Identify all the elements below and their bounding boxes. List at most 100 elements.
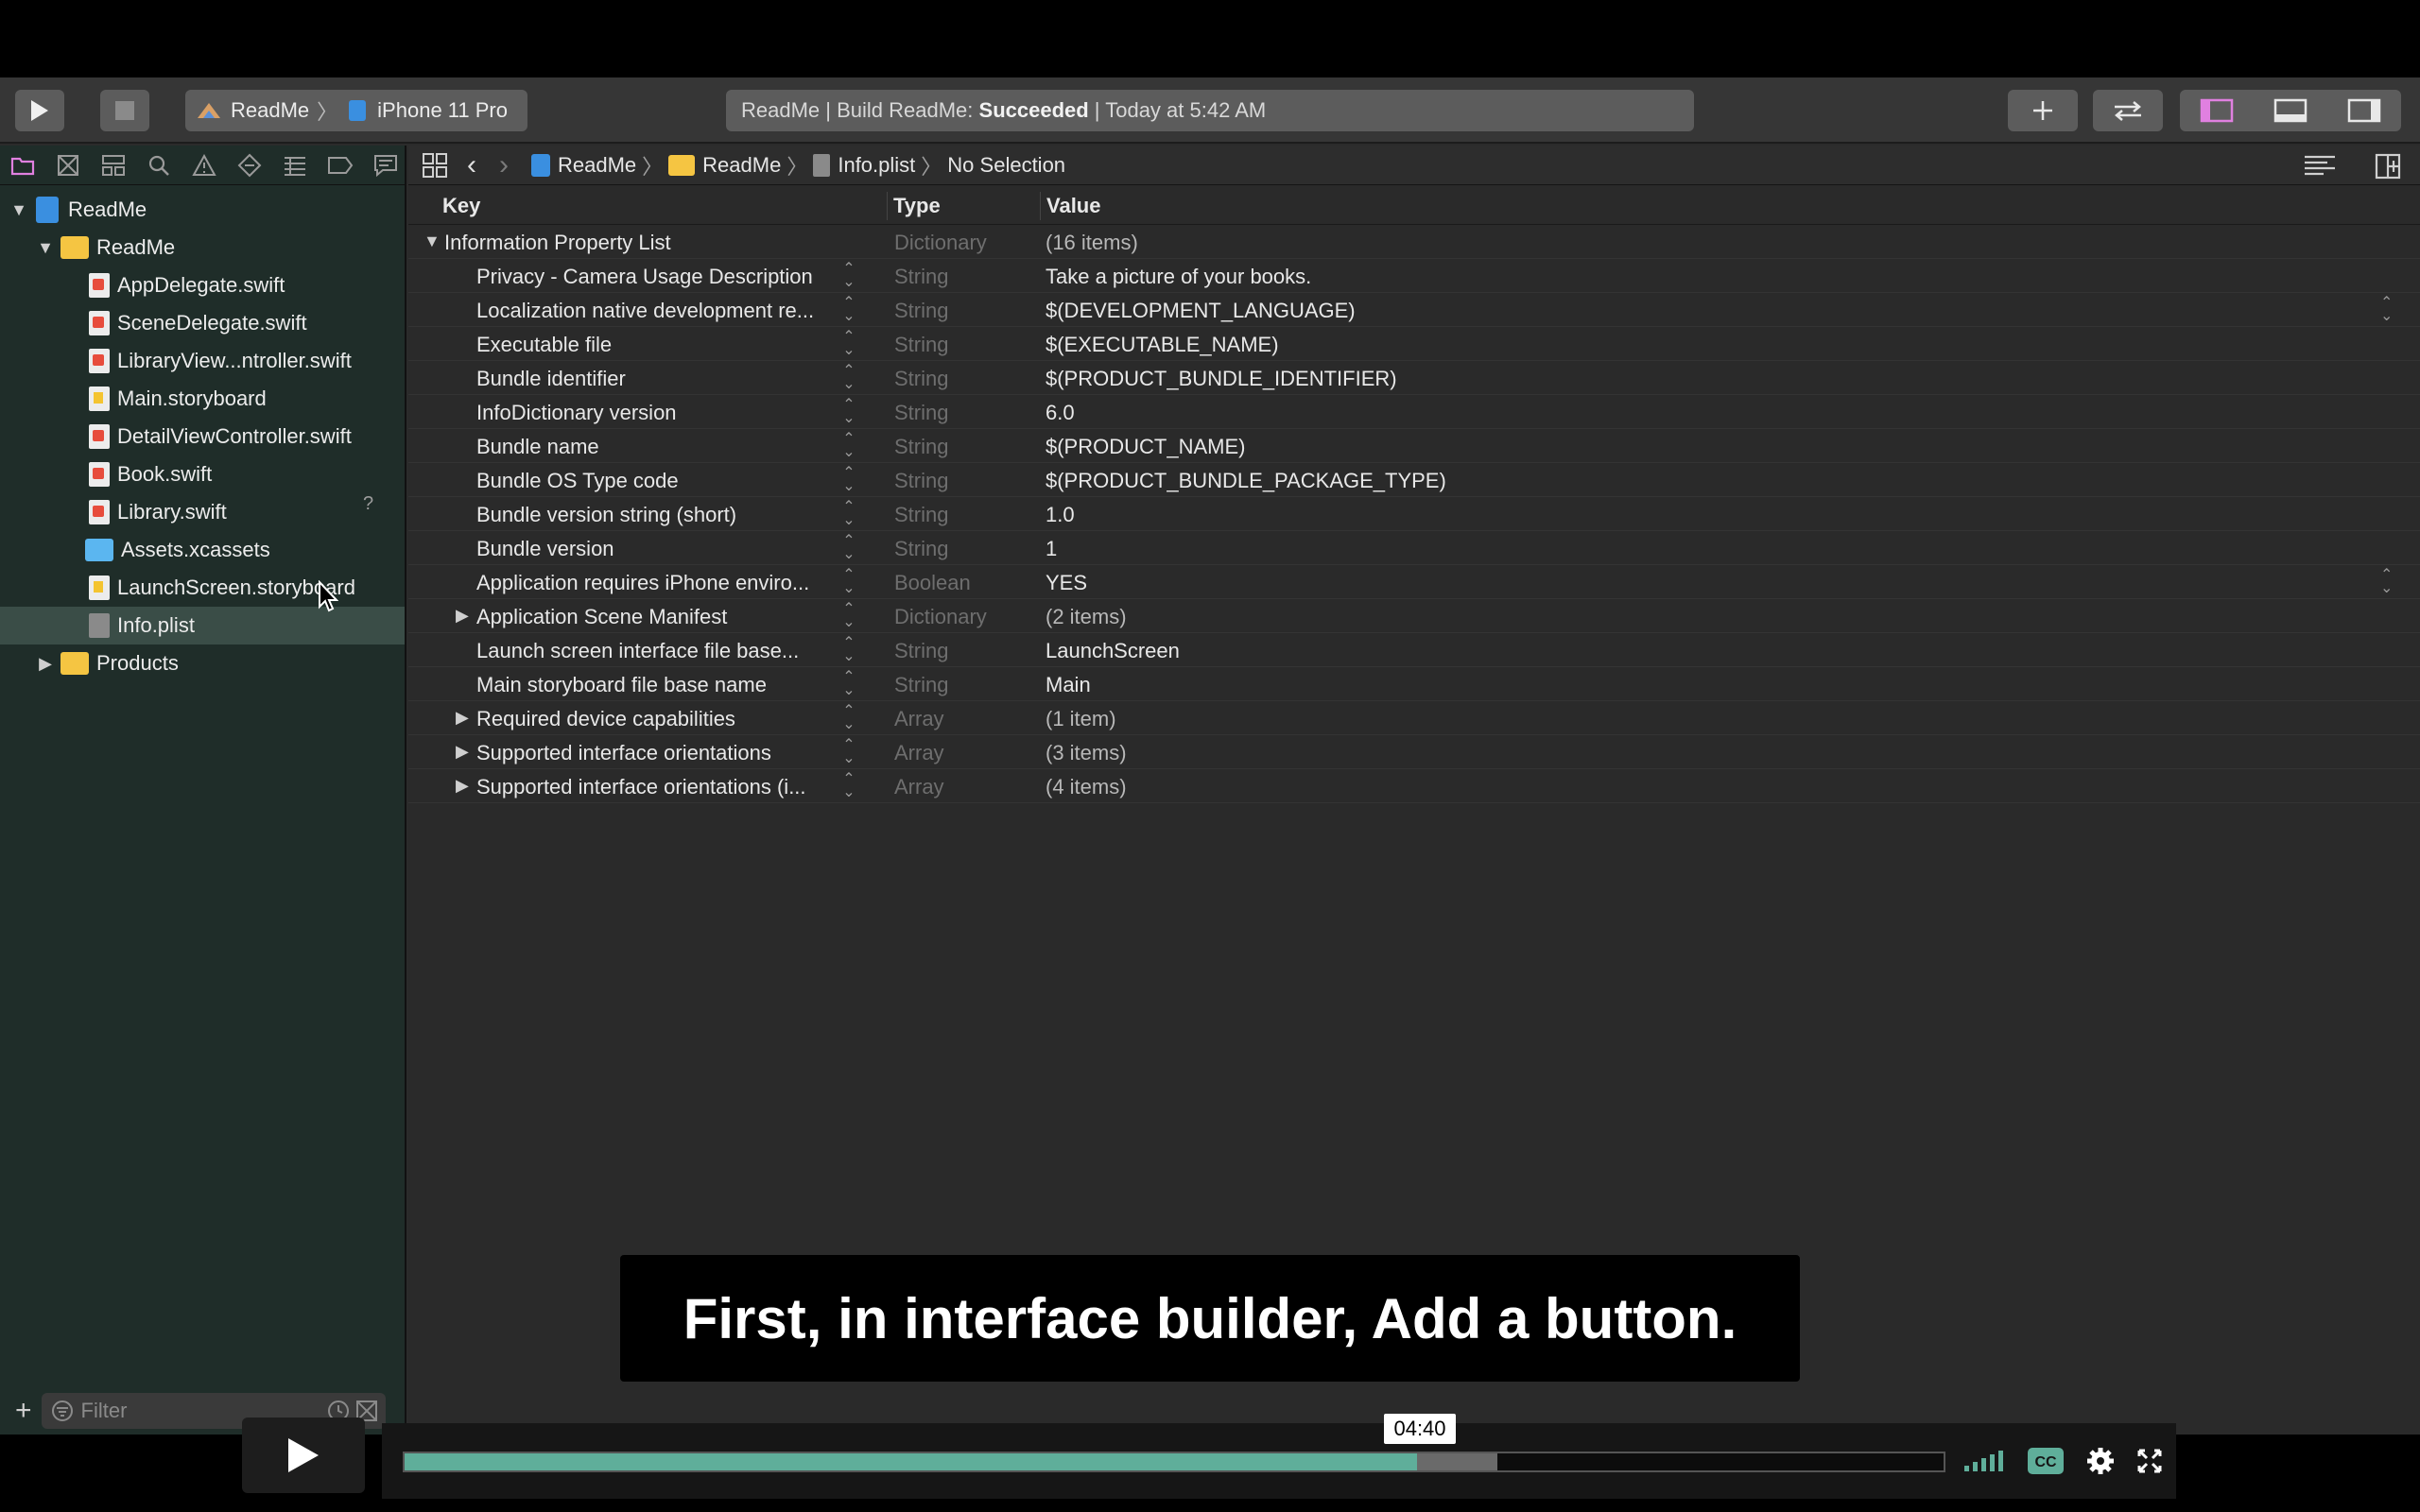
disclosure-closed-icon[interactable]: ▶ [456, 606, 469, 626]
toggle-debug-area-button[interactable] [2254, 90, 2327, 131]
key-stepper-icon[interactable]: ⌃ ⌄ [841, 330, 856, 358]
plist-row[interactable]: Main storyboard file base name ⌃ ⌄ String Ma… [408, 667, 2420, 701]
plist-value[interactable]: (1 item) [1046, 707, 1116, 731]
key-stepper-icon[interactable]: ⌃ ⌄ [841, 364, 856, 392]
plist-key[interactable]: Bundle version string (short) [476, 503, 736, 527]
stop-button[interactable] [100, 90, 149, 131]
plist-type[interactable]: String [894, 469, 948, 493]
plist-key[interactable]: Bundle OS Type code [476, 469, 679, 493]
disclosure-open-icon[interactable]: ▼ [424, 232, 441, 251]
plist-value[interactable]: (3 items) [1046, 741, 1127, 765]
key-stepper-icon[interactable]: ⌃ ⌄ [841, 704, 856, 732]
plist-value[interactable]: $(PRODUCT_BUNDLE_PACKAGE_TYPE) [1046, 469, 1446, 493]
plist-root-row[interactable]: ▼ Information Property List Dictionary (… [408, 225, 2420, 259]
test-diamond-icon[interactable] [236, 152, 263, 179]
symbol-icon[interactable] [100, 152, 127, 179]
plist-row[interactable]: Bundle version ⌃ ⌄ String 1 [408, 531, 2420, 565]
tree-row-file[interactable]: AppDelegate.swift [0, 266, 405, 304]
plist-type[interactable]: String [894, 673, 948, 697]
library-add-button[interactable] [2008, 90, 2078, 131]
tree-row-file[interactable]: Main.storyboard [0, 380, 405, 418]
plist-value[interactable]: $(PRODUCT_NAME) [1046, 435, 1245, 459]
key-stepper-icon[interactable]: ⌃ ⌄ [841, 398, 856, 426]
plist-value[interactable]: 1.0 [1046, 503, 1075, 527]
plist-key[interactable]: Bundle name [476, 435, 599, 459]
tree-row-file[interactable]: Assets.xcassets [0, 531, 405, 569]
plist-row[interactable]: ▶ Application Scene Manifest ⌃ ⌄ Dictionary (… [408, 599, 2420, 633]
key-stepper-icon[interactable]: ⌃ ⌄ [841, 534, 856, 562]
plist-value[interactable]: Main [1046, 673, 1091, 697]
plist-value[interactable]: LaunchScreen [1046, 639, 1180, 663]
plist-type[interactable]: String [894, 299, 948, 323]
breakpoint-icon[interactable] [327, 152, 354, 179]
disclosure-open-icon[interactable]: ▼ [9, 200, 28, 220]
plist-row[interactable]: Bundle identifier ⌃ ⌄ String $(PRODUCT_BUNDL… [408, 361, 2420, 395]
toggle-inspector-button[interactable] [2327, 90, 2401, 131]
key-stepper-icon[interactable]: ⌃ ⌄ [841, 670, 856, 698]
plist-key[interactable]: Supported interface orientations [476, 741, 771, 765]
key-stepper-icon[interactable]: ⌃ ⌄ [841, 568, 856, 596]
plist-type[interactable]: String [894, 333, 948, 357]
key-stepper-icon[interactable]: ⌃ ⌄ [841, 602, 856, 630]
plist-value[interactable]: $(PRODUCT_BUNDLE_IDENTIFIER) [1046, 367, 1397, 391]
plist-type[interactable]: String [894, 401, 948, 425]
plist-row[interactable]: ▶ Supported interface orientations (i... ⌃… [408, 769, 2420, 803]
column-header-type[interactable]: Type [887, 191, 941, 220]
disclosure-open-icon[interactable]: ▼ [36, 238, 55, 258]
plist-type[interactable]: Array [894, 775, 944, 799]
run-button[interactable] [15, 90, 64, 131]
key-stepper-icon[interactable]: ⌃ ⌄ [841, 738, 856, 766]
disclosure-closed-icon[interactable]: ▶ [456, 708, 469, 728]
play-button[interactable] [242, 1418, 365, 1493]
tree-row-file[interactable]: Book.swift [0, 455, 405, 493]
plist-row[interactable]: ▶ Supported interface orientations ⌃ ⌄ Array… [408, 735, 2420, 769]
plist-type[interactable]: String [894, 367, 948, 391]
plist-type[interactable]: Array [894, 707, 944, 731]
debug-list-icon[interactable] [282, 152, 308, 179]
volume-bars-icon[interactable] [1962, 1449, 2006, 1473]
back-arrow-icon[interactable]: ‹ [467, 149, 476, 181]
plist-type[interactable]: String [894, 503, 948, 527]
fullscreen-icon[interactable] [2136, 1448, 2163, 1474]
key-stepper-icon[interactable]: ⌃ ⌄ [841, 432, 856, 460]
plist-type[interactable]: Dictionary [894, 605, 987, 629]
plist-row[interactable]: Launch screen interface file base... ⌃ ⌄ St… [408, 633, 2420, 667]
tree-row-project[interactable]: ▼ ReadMe [0, 191, 405, 229]
column-header-value[interactable]: Value [1040, 191, 1100, 220]
plist-key[interactable]: InfoDictionary version [476, 401, 677, 425]
value-popup-icon[interactable]: ⌃ ⌄ [2380, 296, 2393, 324]
code-review-button[interactable] [2093, 90, 2163, 131]
plist-key[interactable]: Executable file [476, 333, 612, 357]
split-editor-icon[interactable] [2375, 153, 2401, 180]
key-stepper-icon[interactable]: ⌃ ⌄ [841, 466, 856, 494]
plist-key[interactable]: Required device capabilities [476, 707, 735, 731]
tree-row-file[interactable]: Library.swift [0, 493, 405, 531]
warning-icon[interactable] [191, 152, 217, 179]
plist-value[interactable]: YES [1046, 571, 1087, 595]
key-stepper-icon[interactable]: ⌃ ⌄ [841, 772, 856, 800]
search-icon[interactable] [146, 152, 172, 179]
value-popup-icon[interactable]: ⌃ ⌄ [2380, 568, 2393, 596]
forward-arrow-icon[interactable]: › [499, 149, 509, 181]
related-items-icon[interactable] [422, 152, 448, 179]
add-file-button[interactable]: + [15, 1395, 32, 1427]
scheme-selector[interactable]: ReadMe 〉 iPhone 11 Pro [185, 90, 527, 131]
tree-row-file[interactable]: LaunchScreen.storyboard [0, 569, 405, 607]
tree-row-file[interactable]: Info.plist [0, 607, 405, 644]
disclosure-closed-icon[interactable]: ▶ [456, 742, 469, 762]
plist-key[interactable]: Application requires iPhone enviro... [476, 571, 809, 595]
plist-row[interactable]: Application requires iPhone enviro... ⌃ ⌄ B… [408, 565, 2420, 599]
plist-value[interactable]: $(EXECUTABLE_NAME) [1046, 333, 1279, 357]
toggle-navigator-button[interactable] [2180, 90, 2254, 131]
plist-value[interactable]: (4 items) [1046, 775, 1127, 799]
plist-key[interactable]: Bundle identifier [476, 367, 626, 391]
tree-row-file[interactable]: SceneDelegate.swift [0, 304, 405, 342]
breadcrumb-file[interactable]: Info.plist [838, 153, 915, 178]
tree-row-file[interactable]: DetailViewController.swift [0, 418, 405, 455]
tree-row-products[interactable]: ▶ Products [0, 644, 405, 682]
plist-type[interactable]: String [894, 537, 948, 561]
breadcrumb-selection[interactable]: No Selection [947, 153, 1065, 178]
settings-gear-icon[interactable] [2085, 1446, 2116, 1476]
plist-row[interactable]: Bundle version string (short) ⌃ ⌄ String 1.0 [408, 497, 2420, 531]
plist-type[interactable]: String [894, 435, 948, 459]
